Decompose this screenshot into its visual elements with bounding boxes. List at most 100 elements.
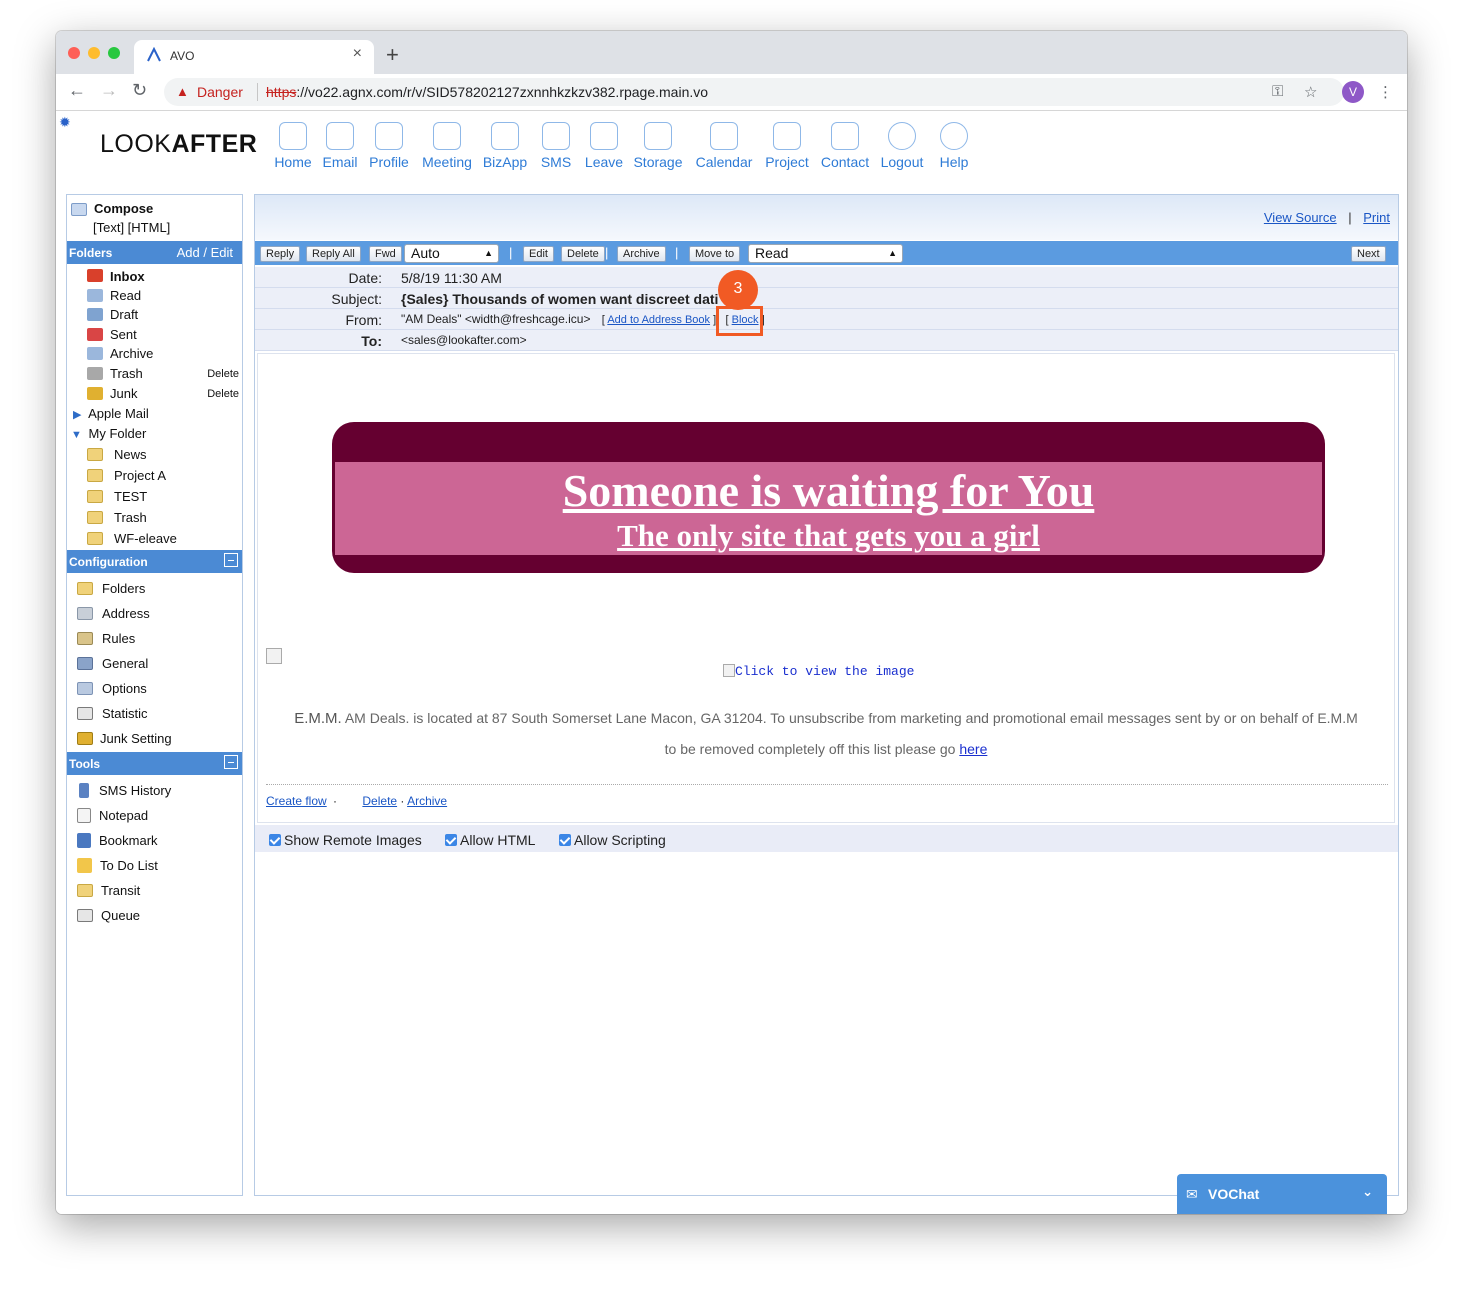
collapse-tools-icon[interactable] — [224, 755, 238, 769]
calendar-icon — [710, 122, 738, 150]
delete-link[interactable]: Delete — [362, 794, 397, 808]
zoom-window-button[interactable] — [108, 47, 120, 59]
folder-sent[interactable]: Sent — [87, 327, 137, 342]
nav-profile[interactable]: Profile — [366, 122, 412, 170]
empty-trash-link[interactable]: Delete — [207, 368, 239, 380]
promo-banner[interactable]: Someone is waiting for You The only site… — [332, 422, 1325, 573]
banner-subline[interactable]: The only site that gets you a girl — [335, 518, 1322, 554]
allow-scripting-checkbox[interactable]: Allow Scripting — [559, 832, 666, 848]
click-to-view-image-link[interactable]: Click to view the image — [723, 664, 914, 679]
nav-project[interactable]: Project — [762, 122, 812, 170]
folder-label: Sent — [110, 327, 137, 342]
expand-triangle-icon[interactable]: ▶ — [73, 409, 81, 421]
create-flow-link[interactable]: Create flow — [266, 794, 327, 808]
folders-add-edit-link[interactable]: Add / Edit — [177, 245, 233, 260]
nav-meeting[interactable]: Meeting — [418, 122, 476, 170]
subfolder-news[interactable]: News — [87, 447, 147, 462]
menu-kebab-icon[interactable]: ⋮ — [1378, 83, 1393, 101]
tool-todo-list[interactable]: To Do List — [77, 858, 158, 873]
nav-leave[interactable]: Leave — [582, 122, 626, 170]
profile-avatar[interactable]: V — [1342, 81, 1364, 103]
collapse-triangle-icon[interactable]: ▼ — [71, 429, 82, 441]
subfolder-project-a[interactable]: Project A — [87, 468, 166, 483]
folder-junk[interactable]: Junk — [87, 386, 137, 401]
folder-inbox[interactable]: Inbox — [87, 269, 145, 284]
nav-help[interactable]: Help — [934, 122, 974, 170]
folder-read[interactable]: Read — [87, 288, 141, 303]
minimize-window-button[interactable] — [88, 47, 100, 59]
tab-title: AVO — [170, 49, 195, 63]
back-icon[interactable]: ← — [68, 80, 86, 101]
nav-bizapp[interactable]: BizApp — [480, 122, 530, 170]
tool-transit[interactable]: Transit — [77, 883, 140, 898]
folder-my-folder[interactable]: ▼ My Folder — [71, 426, 146, 441]
config-options[interactable]: Options — [77, 681, 147, 696]
folder-draft[interactable]: Draft — [87, 307, 138, 322]
show-remote-images-checkbox[interactable]: Show Remote Images — [269, 832, 422, 848]
config-rules[interactable]: Rules — [77, 631, 135, 646]
folder-apple-mail[interactable]: ▶ Apple Mail — [73, 406, 149, 421]
nav-calendar[interactable]: Calendar — [692, 122, 756, 170]
allow-html-checkbox[interactable]: Allow HTML — [445, 832, 535, 848]
nav-sms[interactable]: SMS — [536, 122, 576, 170]
folder-trash[interactable]: Trash — [87, 366, 143, 381]
nav-storage[interactable]: Storage — [630, 122, 686, 170]
subfolder-test[interactable]: TEST — [87, 489, 147, 504]
config-general[interactable]: General — [77, 656, 148, 671]
forward-button[interactable]: Fwd — [369, 246, 402, 262]
view-source-link[interactable]: View Source — [1264, 210, 1337, 225]
move-target-select[interactable]: Read ▲▼ — [748, 244, 903, 275]
nav-logout[interactable]: Logout — [878, 122, 926, 170]
tool-sms-history[interactable]: SMS History — [77, 783, 171, 798]
config-label: Options — [102, 681, 147, 696]
print-link[interactable]: Print — [1363, 210, 1390, 225]
nav-contact[interactable]: Contact — [818, 122, 872, 170]
compose-format-links[interactable]: [Text] [HTML] — [93, 220, 170, 235]
vochat-widget[interactable]: ✉ VOChat ⌄ — [1177, 1174, 1387, 1214]
key-icon[interactable]: ⚿ — [1272, 83, 1283, 100]
edit-button[interactable]: Edit — [523, 246, 554, 262]
reload-icon[interactable]: ↻ — [132, 80, 147, 101]
address-bar[interactable]: ▲ Danger https://vo22.agnx.com/r/v/SID57… — [164, 78, 1344, 106]
archive-button[interactable]: Archive — [617, 246, 666, 262]
chevron-down-icon[interactable]: ⌄ — [1362, 1184, 1373, 1200]
tool-bookmark[interactable]: Bookmark — [77, 833, 158, 848]
nav-email[interactable]: Email — [320, 122, 360, 170]
move-target-value: Read — [755, 245, 789, 261]
subfolder-wf-eleave[interactable]: WF-eleave — [87, 531, 177, 546]
forward-icon[interactable]: → — [100, 80, 118, 101]
new-tab-button[interactable]: + — [386, 42, 399, 68]
next-button[interactable]: Next — [1351, 246, 1386, 262]
tab-close-icon[interactable]: × — [353, 45, 362, 63]
config-address[interactable]: Address — [77, 606, 150, 621]
collapse-configuration-icon[interactable] — [224, 553, 238, 567]
rules-icon — [77, 632, 93, 645]
settings-gear-icon[interactable]: ✹ — [59, 114, 71, 131]
empty-junk-link[interactable]: Delete — [207, 388, 239, 400]
move-to-button[interactable]: Move to — [689, 246, 741, 262]
compose-button[interactable]: Compose — [94, 201, 153, 216]
folder-archive[interactable]: Archive — [87, 346, 153, 361]
reply-all-button[interactable]: Reply All — [306, 246, 361, 262]
banner-headline[interactable]: Someone is waiting for You — [335, 462, 1322, 520]
config-folders[interactable]: Folders — [77, 581, 145, 596]
bookmark-star-icon[interactable]: ☆ — [1304, 83, 1317, 101]
config-statistic[interactable]: Statistic — [77, 706, 148, 721]
close-window-button[interactable] — [68, 47, 80, 59]
broken-image-icon[interactable] — [266, 648, 282, 664]
url-text[interactable]: https://vo22.agnx.com/r/v/SID578202127zx… — [266, 84, 708, 100]
browser-tab[interactable]: AVO × — [134, 40, 374, 74]
tool-notepad[interactable]: Notepad — [77, 808, 148, 823]
unsubscribe-here-link[interactable]: here — [959, 741, 987, 757]
config-junk-setting[interactable]: Junk Setting — [77, 731, 172, 746]
add-to-address-book-link[interactable]: Add to Address Book — [607, 314, 710, 326]
lookafter-logo[interactable]: LOOKAFTER — [100, 130, 257, 159]
subfolder-trash[interactable]: Trash — [87, 510, 147, 525]
tool-queue[interactable]: Queue — [77, 908, 140, 923]
archive-link[interactable]: Archive — [407, 794, 447, 808]
encoding-select[interactable]: Auto ▲▼ — [404, 244, 499, 275]
delete-button[interactable]: Delete — [561, 246, 605, 262]
nav-home[interactable]: Home — [270, 122, 316, 170]
security-label[interactable]: Danger — [197, 84, 252, 100]
reply-button[interactable]: Reply — [260, 246, 301, 262]
